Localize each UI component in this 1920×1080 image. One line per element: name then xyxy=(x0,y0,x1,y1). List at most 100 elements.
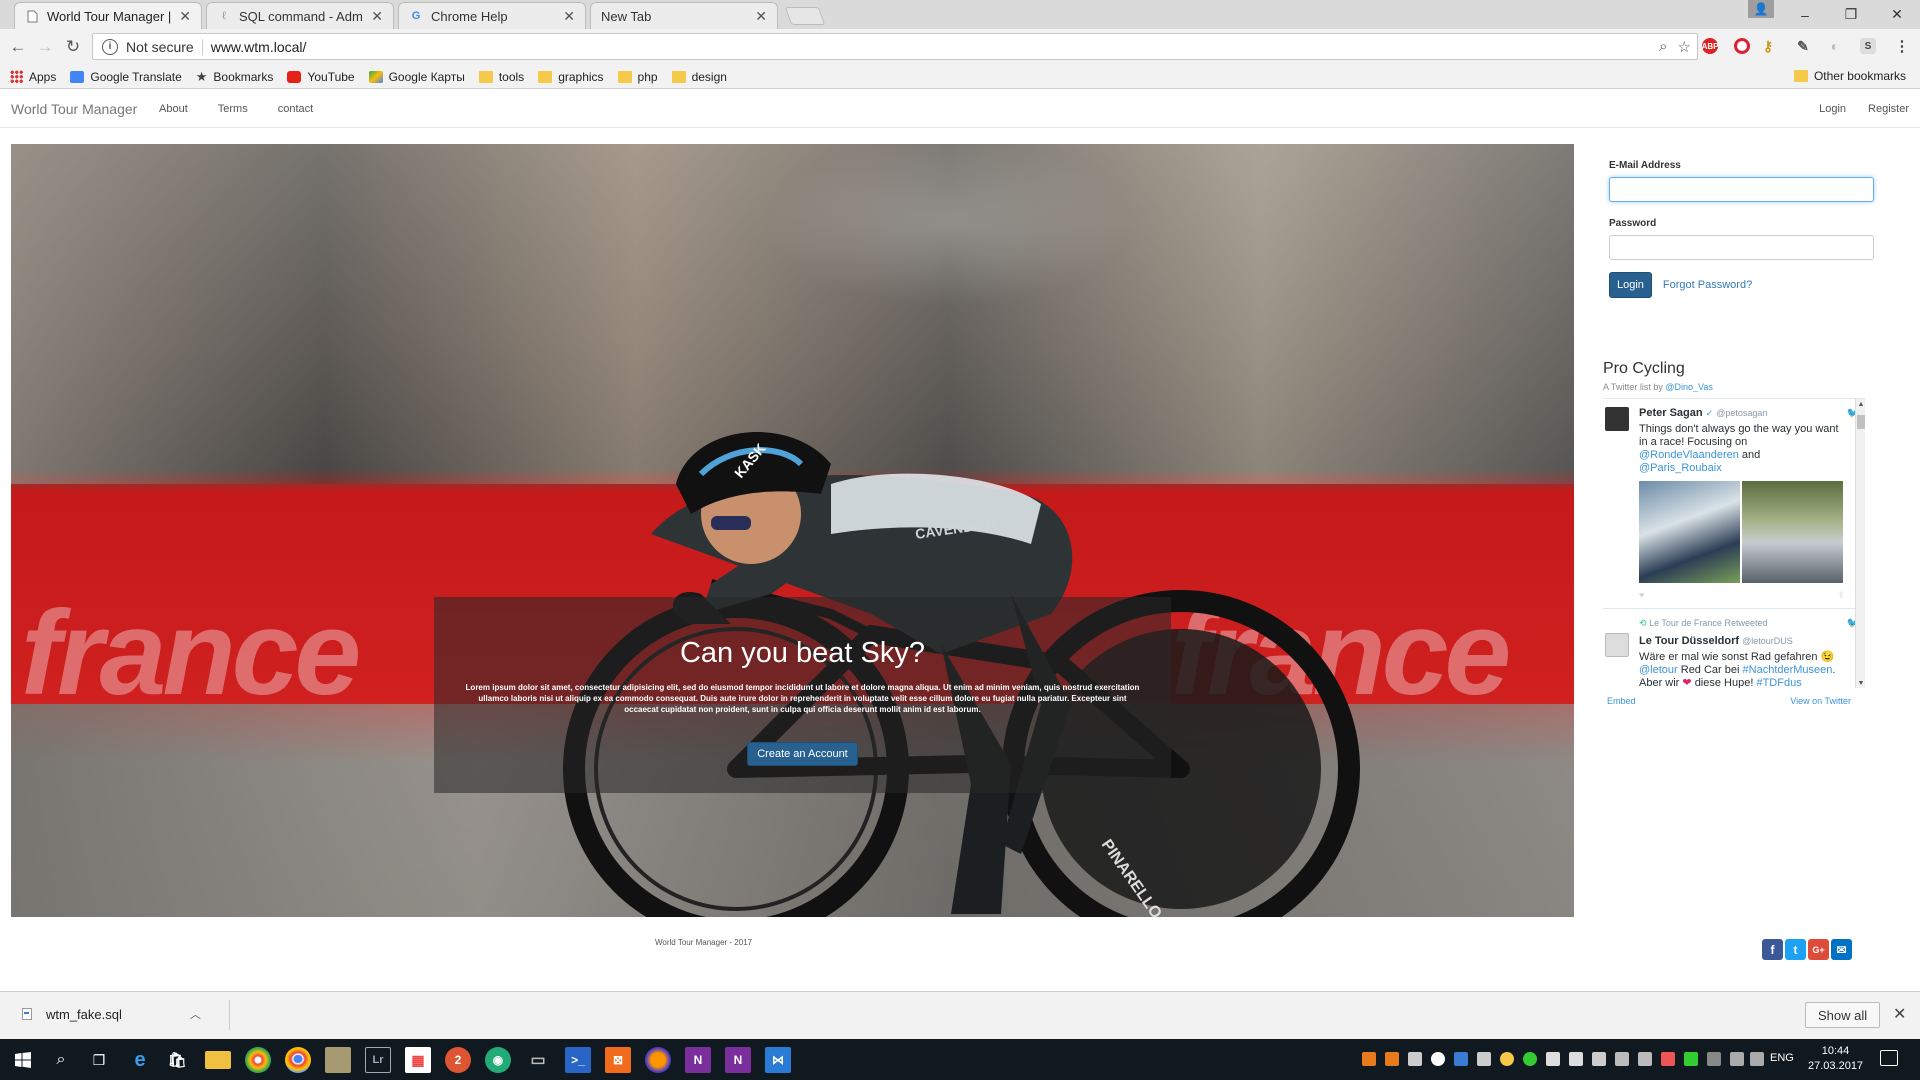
tweet[interactable]: 🐦 Peter Sagan ✓ @petosagan Things don't … xyxy=(1603,399,1865,609)
tweet-hashtag[interactable]: #TDFdus xyxy=(1756,677,1801,688)
download-item[interactable]: wtm_fake.sql ︿ xyxy=(22,1006,201,1022)
tray-app-icon[interactable] xyxy=(1615,1052,1629,1066)
bookmark-folder-tools[interactable]: tools xyxy=(478,70,524,84)
tray-app-icon[interactable] xyxy=(1408,1052,1422,1066)
chrome-canary-icon[interactable] xyxy=(245,1047,271,1073)
email-field[interactable] xyxy=(1609,177,1874,202)
subtitle-handle[interactable]: @Dino_Vas xyxy=(1665,382,1713,392)
skype-icon[interactable]: S xyxy=(1860,38,1876,54)
download-filename[interactable]: wtm_fake.sql xyxy=(46,1007,122,1022)
app-window-icon[interactable]: ▭ xyxy=(525,1047,551,1073)
url-text[interactable]: www.wtm.local/ xyxy=(211,39,307,55)
tweet-handle[interactable]: @letourDUS xyxy=(1742,636,1793,646)
minimize-button[interactable]: – xyxy=(1782,0,1828,29)
twitter-icon[interactable]: t xyxy=(1785,939,1806,960)
create-account-button[interactable]: Create an Account xyxy=(747,742,858,766)
nav-terms[interactable]: Terms xyxy=(218,103,248,115)
password-field[interactable] xyxy=(1609,235,1874,260)
tweet-feed[interactable]: 🐦 Peter Sagan ✓ @petosagan Things don't … xyxy=(1603,398,1865,688)
search-icon[interactable]: ⌕ xyxy=(48,1047,74,1073)
tweet-handle[interactable]: @petosagan xyxy=(1716,408,1767,418)
show-all-button[interactable]: Show all xyxy=(1805,1002,1881,1028)
notification-icon[interactable] xyxy=(1880,1050,1898,1066)
vscode-icon[interactable]: ⋈ xyxy=(765,1047,791,1073)
onenote-icon[interactable]: N xyxy=(685,1047,711,1073)
nav-register[interactable]: Register xyxy=(1868,103,1909,115)
timeline-title[interactable]: Pro Cycling xyxy=(1603,360,1865,378)
bookmark-apps[interactable]: Apps xyxy=(10,70,56,84)
tweet-photo[interactable] xyxy=(1639,481,1740,583)
store-icon[interactable]: 🛍 xyxy=(164,1047,190,1073)
bookmark-folder-graphics[interactable]: graphics xyxy=(538,70,604,84)
nav-contact[interactable]: contact xyxy=(278,103,313,115)
close-window-button[interactable]: ✕ xyxy=(1874,0,1920,29)
onenote-2-icon[interactable]: N xyxy=(725,1047,751,1073)
forward-arrow-icon[interactable]: → xyxy=(35,37,55,57)
tray-app-icon[interactable] xyxy=(1523,1052,1537,1066)
tray-app-icon[interactable] xyxy=(1477,1052,1491,1066)
tray-app-icon[interactable] xyxy=(1569,1052,1583,1066)
back-arrow-icon[interactable]: ← xyxy=(8,37,28,57)
close-tab-icon[interactable]: ✕ xyxy=(371,8,383,25)
tray-app-icon[interactable] xyxy=(1638,1052,1652,1066)
login-button[interactable]: Login xyxy=(1609,272,1652,298)
extension-icon[interactable]: ◐ xyxy=(1827,38,1843,54)
app-2-icon[interactable]: 2 xyxy=(445,1047,471,1073)
tray-app-icon[interactable] xyxy=(1684,1052,1698,1066)
reload-icon[interactable]: ↻ xyxy=(63,37,83,57)
scroll-up-icon[interactable]: ▲ xyxy=(1856,401,1865,408)
other-bookmarks[interactable]: Other bookmarks xyxy=(1793,69,1906,83)
edge-icon[interactable]: e xyxy=(127,1047,153,1073)
tweet-author[interactable]: Peter Sagan xyxy=(1639,407,1703,419)
bookmark-star-icon[interactable]: ☆ xyxy=(1678,38,1691,56)
tray-app-icon[interactable] xyxy=(1500,1052,1514,1066)
battery-icon[interactable] xyxy=(1707,1052,1721,1066)
tab-new-tab[interactable]: New Tab ✕ xyxy=(590,2,778,29)
bookmark-folder-design[interactable]: design xyxy=(671,70,727,84)
google-plus-icon[interactable]: G+ xyxy=(1808,939,1829,960)
close-tab-icon[interactable]: ✕ xyxy=(179,8,191,25)
tab-chrome-help[interactable]: G Chrome Help ✕ xyxy=(398,2,586,29)
tab-world-tour-manager[interactable]: World Tour Manager | Pa ✕ xyxy=(14,2,202,29)
embed-link[interactable]: Embed xyxy=(1607,696,1636,706)
forgot-password-link[interactable]: Forgot Password? xyxy=(1663,279,1752,291)
like-icon[interactable]: ♥ xyxy=(1639,589,1644,602)
close-tab-icon[interactable]: ✕ xyxy=(755,8,767,25)
chrome-icon[interactable] xyxy=(285,1047,311,1073)
tweet[interactable]: 🐦 ⟲ Le Tour de France Retweeted Le Tour … xyxy=(1603,609,1865,688)
tweet-media[interactable] xyxy=(1639,481,1845,583)
nav-about[interactable]: About xyxy=(159,103,188,115)
lightroom-icon[interactable]: Lr xyxy=(365,1047,391,1073)
email-icon[interactable]: ✉ xyxy=(1831,939,1852,960)
tweet-photo[interactable] xyxy=(1742,481,1843,583)
tweet-author[interactable]: Le Tour Düsseldorf xyxy=(1639,635,1739,647)
menu-icon[interactable]: ⋮ xyxy=(1894,38,1910,55)
scroll-thumb[interactable] xyxy=(1857,415,1865,429)
bookmark-google-maps[interactable]: Google Карты xyxy=(368,70,465,84)
calendar-icon[interactable]: ▦ xyxy=(405,1047,431,1073)
new-tab-button[interactable] xyxy=(784,7,826,25)
notepad-icon[interactable] xyxy=(325,1047,351,1073)
tray-app-icon[interactable] xyxy=(1592,1052,1606,1066)
adblock-icon[interactable]: ABP xyxy=(1702,38,1718,54)
eyedropper-icon[interactable]: ✎ xyxy=(1795,38,1811,54)
tray-app-icon[interactable] xyxy=(1385,1052,1399,1066)
bookmark-bookmarks[interactable]: ★ Bookmarks xyxy=(196,69,274,85)
cloud-icon[interactable] xyxy=(1431,1052,1445,1066)
tray-app-icon[interactable] xyxy=(1661,1052,1675,1066)
nav-login[interactable]: Login xyxy=(1819,103,1846,115)
site-brand[interactable]: World Tour Manager xyxy=(11,101,137,117)
share-icon[interactable]: ⇪ xyxy=(1837,589,1845,602)
facebook-icon[interactable]: f xyxy=(1762,939,1783,960)
chevron-up-icon[interactable]: ︿ xyxy=(190,1006,201,1022)
avatar[interactable] xyxy=(1605,633,1629,657)
feed-scrollbar[interactable]: ▲ ▼ xyxy=(1855,399,1865,688)
file-explorer-icon[interactable] xyxy=(205,1051,231,1069)
tweet-mention[interactable]: @RondeVlaanderen xyxy=(1639,449,1739,461)
powershell-icon[interactable]: >_ xyxy=(565,1047,591,1073)
tray-app-icon[interactable] xyxy=(1362,1052,1376,1066)
wifi-icon[interactable] xyxy=(1730,1052,1744,1066)
language-indicator[interactable]: ENG xyxy=(1770,1052,1794,1064)
task-view-icon[interactable]: ❐ xyxy=(86,1047,112,1073)
clock[interactable]: 10:44 27.03.2017 xyxy=(1808,1044,1863,1074)
